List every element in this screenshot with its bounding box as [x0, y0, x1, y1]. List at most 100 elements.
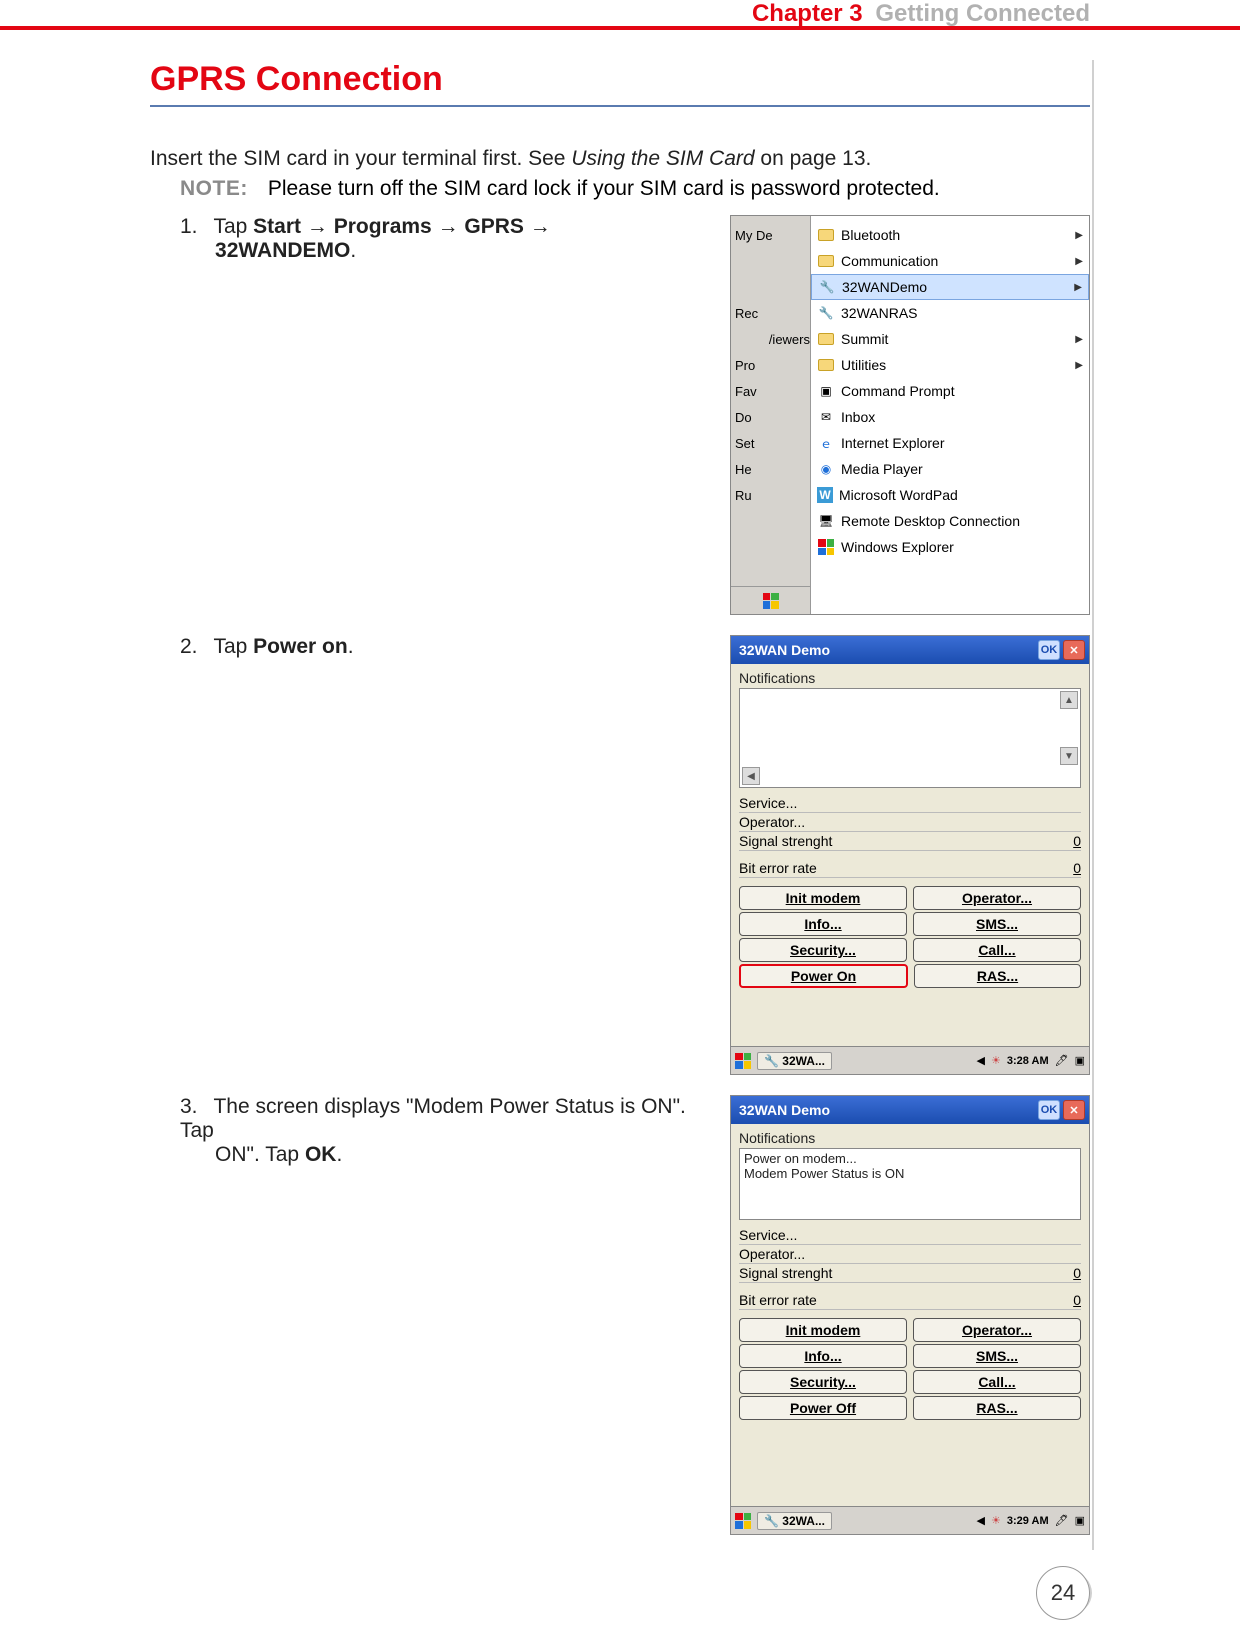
tray-icon[interactable]: ▣	[1075, 1514, 1085, 1527]
step-1-num: 1.	[180, 215, 208, 239]
ok-button[interactable]: OK	[1038, 1100, 1060, 1120]
left-item[interactable]: Do	[731, 404, 810, 430]
step-3: 3. The screen displays "Modem Power Stat…	[150, 1095, 1090, 1535]
screenshot-32wan-power-on: 32WAN Demo OK ✕ Notifications ▲ ▼ ◀ Serv…	[730, 635, 1090, 1075]
security-button[interactable]: Security...	[739, 938, 907, 962]
windows-flag-icon	[763, 593, 779, 609]
menu-windows-explorer[interactable]: Windows Explorer	[811, 534, 1089, 560]
notif-line: Modem Power Status is ON	[744, 1166, 1076, 1181]
tray-icon[interactable]: 🖊	[1055, 1514, 1069, 1527]
menu-32wandemo[interactable]: 🔧32WANDemo▶	[811, 274, 1089, 300]
folder-icon	[817, 226, 835, 244]
init-modem-button[interactable]: Init modem	[739, 1318, 907, 1342]
call-button[interactable]: Call...	[913, 938, 1081, 962]
left-item[interactable]: Pro	[731, 352, 810, 378]
window-titlebar: 32WAN Demo OK ✕	[731, 636, 1089, 664]
menu-utilities[interactable]: Utilities▶	[811, 352, 1089, 378]
close-button[interactable]: ✕	[1063, 1100, 1085, 1120]
page-number: 24	[1036, 1566, 1090, 1620]
start-icon[interactable]	[735, 1053, 751, 1069]
mail-icon: ✉	[817, 408, 835, 426]
chevron-right-icon: ▶	[1075, 230, 1083, 241]
ras-button[interactable]: RAS...	[914, 964, 1081, 988]
app-icon: 🔧	[817, 304, 835, 322]
start-icon[interactable]	[735, 1513, 751, 1529]
close-button[interactable]: ✕	[1063, 640, 1085, 660]
tray-icon[interactable]: ▣	[1075, 1054, 1085, 1067]
intro-link: Using the SIM Card	[571, 147, 754, 170]
status-grid: Service... Operator... Signal strenght0 …	[739, 1226, 1081, 1310]
status-grid: Service... Operator... Signal strenght0 …	[739, 794, 1081, 878]
chevron-right-icon: ▶	[1075, 334, 1083, 345]
left-item[interactable]: Fav	[731, 378, 810, 404]
left-item[interactable]: Rec	[731, 300, 810, 326]
media-icon: ◉	[817, 460, 835, 478]
left-item[interactable]: Ru	[731, 482, 810, 508]
tray-icon[interactable]: ◀	[977, 1054, 985, 1067]
menu-inbox[interactable]: ✉Inbox	[811, 404, 1089, 430]
intro-text: Insert the SIM card in your terminal fir…	[150, 147, 1090, 171]
scroll-up-button[interactable]: ▲	[1060, 691, 1078, 709]
sms-button[interactable]: SMS...	[913, 912, 1081, 936]
start-button[interactable]	[731, 586, 811, 614]
info-button[interactable]: Info...	[739, 1344, 907, 1368]
step-2-text: 2. Tap Power on.	[150, 635, 720, 659]
cmd-icon: ▣	[817, 382, 835, 400]
security-button[interactable]: Security...	[739, 1370, 907, 1394]
taskbar-app[interactable]: 🔧 32WA...	[757, 1052, 832, 1070]
rdp-icon: 🖥	[817, 512, 835, 530]
menu-rdp[interactable]: 🖥Remote Desktop Connection	[811, 508, 1089, 534]
tray-icon[interactable]: ☀	[991, 1514, 1001, 1527]
chapter-number: Chapter 3	[752, 0, 863, 27]
notif-line: Power on modem...	[744, 1151, 1076, 1166]
step-1-text: 1. Tap Start → Programs → GPRS → 32WANDE…	[150, 215, 720, 263]
note-label: NOTE:	[180, 177, 248, 200]
init-modem-button[interactable]: Init modem	[739, 886, 907, 910]
step-1: 1. Tap Start → Programs → GPRS → 32WANDE…	[150, 215, 1090, 615]
menu-summit[interactable]: Summit▶	[811, 326, 1089, 352]
operator-button[interactable]: Operator...	[913, 1318, 1081, 1342]
right-margin-line	[1092, 60, 1094, 1550]
operator-button[interactable]: Operator...	[913, 886, 1081, 910]
menu-32wanras[interactable]: 🔧32WANRAS	[811, 300, 1089, 326]
power-on-button[interactable]: Power On	[739, 964, 908, 988]
info-button[interactable]: Info...	[739, 912, 907, 936]
clock: 3:28 AM	[1007, 1055, 1049, 1067]
word-icon: W	[817, 487, 833, 503]
scroll-down-button[interactable]: ▼	[1060, 747, 1078, 765]
sms-button[interactable]: SMS...	[913, 1344, 1081, 1368]
menu-wordpad[interactable]: WMicrosoft WordPad	[811, 482, 1089, 508]
tray-icon[interactable]: ☀	[991, 1054, 1001, 1067]
menu-internet-explorer[interactable]: ｅInternet Explorer	[811, 430, 1089, 456]
notifications-list[interactable]: ▲ ▼ ◀	[739, 688, 1081, 788]
menu-command-prompt[interactable]: ▣Command Prompt	[811, 378, 1089, 404]
ras-button[interactable]: RAS...	[913, 1396, 1081, 1420]
left-item[interactable]: Set	[731, 430, 810, 456]
note-line: NOTE: Please turn off the SIM card lock i…	[180, 177, 1090, 201]
ok-button[interactable]: OK	[1038, 640, 1060, 660]
notifications-list[interactable]: Power on modem... Modem Power Status is …	[739, 1148, 1081, 1220]
menu-media-player[interactable]: ◉Media Player	[811, 456, 1089, 482]
note-text: Please turn off the SIM card lock if you…	[268, 177, 940, 200]
app-icon: 🔧	[818, 278, 836, 296]
intro-prefix: Insert the SIM card in your terminal fir…	[150, 147, 571, 170]
tray-icon[interactable]: 🖊	[1055, 1054, 1069, 1067]
folder-icon	[817, 252, 835, 270]
tray-icon[interactable]: ◀	[977, 1514, 985, 1527]
folder-icon	[817, 330, 835, 348]
window-title: 32WAN Demo	[739, 642, 830, 658]
menu-bluetooth[interactable]: Bluetooth▶	[811, 222, 1089, 248]
power-off-button[interactable]: Power Off	[739, 1396, 907, 1420]
taskbar-app[interactable]: 🔧 32WA...	[757, 1512, 832, 1530]
notifications-label: Notifications	[739, 1130, 1081, 1146]
chevron-right-icon: ▶	[1075, 360, 1083, 371]
scroll-left-button[interactable]: ◀	[742, 767, 760, 785]
windows-flag-icon	[817, 538, 835, 556]
startmenu-submenu: Bluetooth▶ Communication▶ 🔧32WANDemo▶ 🔧3…	[811, 216, 1089, 614]
call-button[interactable]: Call...	[913, 1370, 1081, 1394]
left-item[interactable]: My De	[731, 222, 810, 248]
left-item[interactable]: He	[731, 456, 810, 482]
taskbar: 🔧 32WA... ◀ ☀ 3:28 AM 🖊 ▣	[731, 1046, 1089, 1074]
chevron-right-icon: ▶	[1074, 282, 1082, 293]
menu-communication[interactable]: Communication▶	[811, 248, 1089, 274]
